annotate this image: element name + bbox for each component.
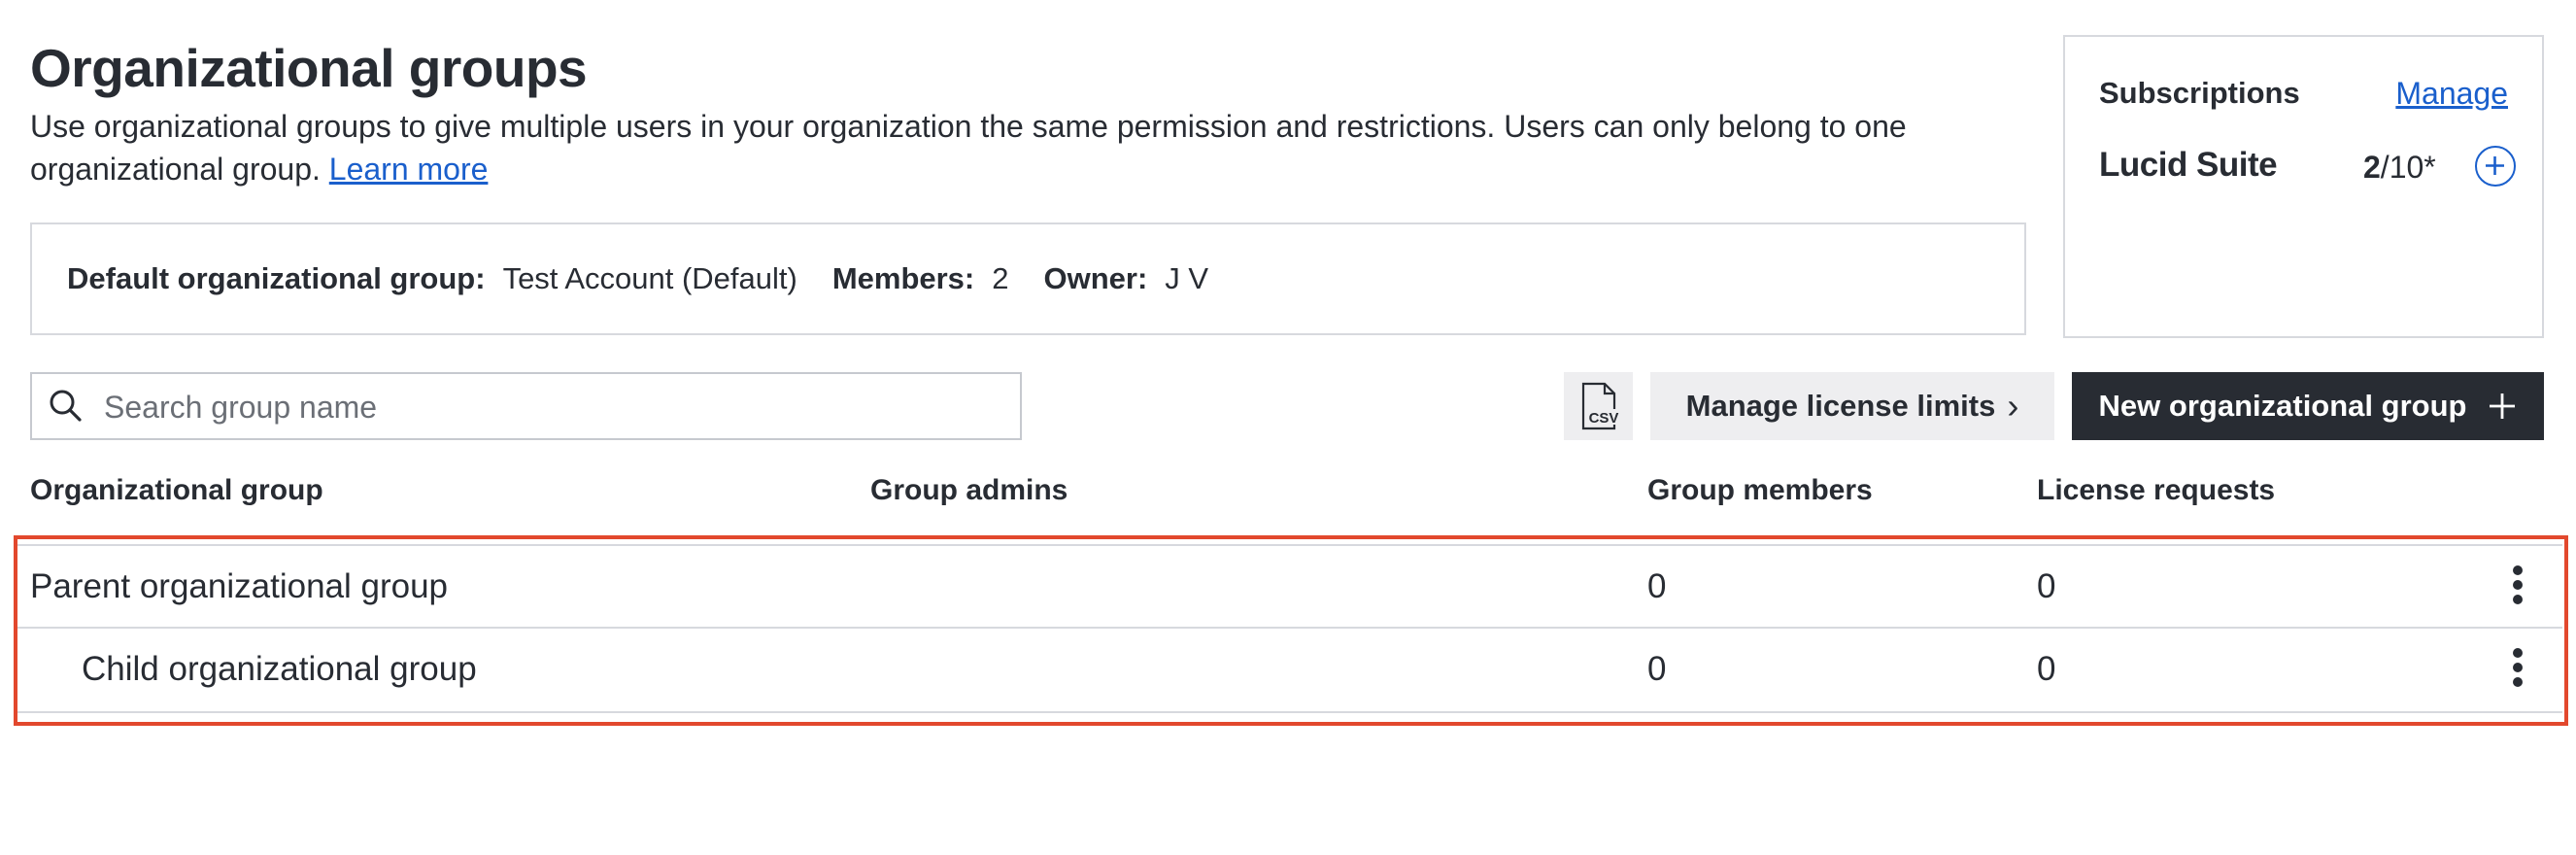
learn-more-link[interactable]: Learn more <box>329 152 489 187</box>
more-options-icon[interactable] <box>2508 648 2527 691</box>
search-box[interactable] <box>30 372 1022 440</box>
license-requests-count: 0 <box>2037 650 2056 688</box>
subscriptions-title: Subscriptions <box>2099 76 2300 110</box>
new-organizational-group-button[interactable]: New organizational group <box>2072 372 2544 440</box>
default-group-panel: Default organizational group: Test Accou… <box>30 222 2026 335</box>
table-row[interactable]: Child organizational group 0 0 <box>14 629 2562 713</box>
column-header-group-admins[interactable]: Group admins <box>870 474 1068 507</box>
subscription-product-name: Lucid Suite <box>2099 146 2278 184</box>
search-icon <box>48 388 85 425</box>
members-label: Members: <box>831 261 975 295</box>
column-header-group-members[interactable]: Group members <box>1647 474 1873 507</box>
new-group-label: New organizational group <box>2098 389 2467 423</box>
group-name[interactable]: Parent organizational group <box>30 567 448 606</box>
page-title: Organizational groups <box>30 38 588 98</box>
license-used: 2 <box>2363 150 2381 185</box>
manage-license-limits-label: Manage license limits <box>1685 389 1996 423</box>
column-header-license-requests[interactable]: License requests <box>2037 474 2275 507</box>
owner-value: J V <box>1165 261 1209 295</box>
table-row[interactable]: Parent organizational group 0 0 <box>14 544 2562 629</box>
manage-license-limits-button[interactable]: Manage license limits › <box>1650 372 2054 440</box>
group-members-count: 0 <box>1647 567 1667 605</box>
owner-label: Owner: <box>1043 261 1148 295</box>
plus-icon <box>2488 392 2517 421</box>
license-requests-count: 0 <box>2037 567 2056 605</box>
plus-circle-icon[interactable] <box>2475 146 2516 187</box>
export-csv-button[interactable]: CSV <box>1564 372 1633 440</box>
members-value: 2 <box>992 261 1009 295</box>
default-group-value: Test Account (Default) <box>502 261 797 295</box>
group-name[interactable]: Child organizational group <box>82 650 477 689</box>
manage-subscriptions-link[interactable]: Manage <box>2395 76 2508 112</box>
subscriptions-panel: Subscriptions Manage Lucid Suite 2/10* <box>2063 35 2544 338</box>
search-input[interactable] <box>102 374 1009 440</box>
license-total: /10* <box>2380 150 2436 185</box>
csv-file-icon: CSV <box>1581 382 1620 430</box>
more-options-icon[interactable] <box>2508 565 2527 608</box>
chevron-right-icon: › <box>2007 386 2019 426</box>
group-members-count: 0 <box>1647 650 1667 688</box>
description-text: Use organizational groups to give multip… <box>30 109 1907 187</box>
default-group-label: Default organizational group: <box>67 261 486 295</box>
license-count: 2/10* <box>2363 150 2436 186</box>
column-header-organizational-group[interactable]: Organizational group <box>30 474 323 507</box>
csv-label: CSV <box>1589 410 1619 427</box>
page-description: Use organizational groups to give multip… <box>30 105 2012 190</box>
